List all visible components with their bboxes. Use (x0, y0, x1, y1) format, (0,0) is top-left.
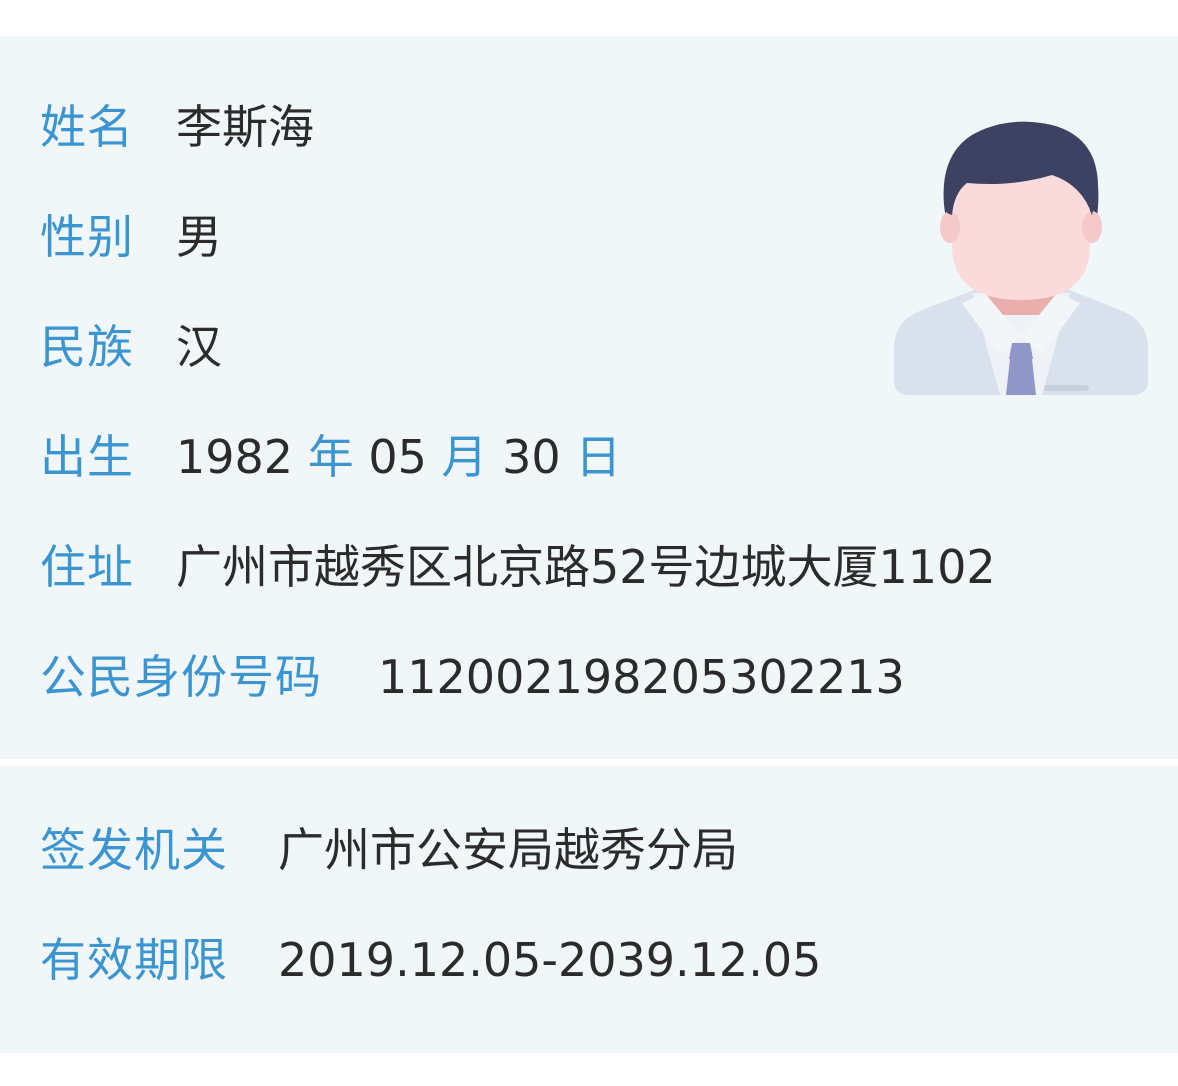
birth-month: 05 (368, 430, 427, 484)
birth-month-unit: 月 (441, 430, 488, 484)
id-number-label: 公民身份号码 (40, 650, 322, 704)
male-avatar-icon (892, 115, 1150, 395)
name-row: 姓名 李斯海 (40, 95, 314, 159)
birth-label: 出生 (40, 430, 134, 484)
name-value: 李斯海 (176, 100, 314, 154)
address-label: 住址 (40, 540, 134, 594)
authority-row: 签发机关 广州市公安局越秀分局 (40, 818, 738, 882)
authority-label: 签发机关 (40, 823, 228, 877)
validity-label: 有效期限 (40, 933, 228, 987)
address-row: 住址 广州市越秀区北京路52号边城大厦1102 (40, 535, 996, 599)
birth-year: 1982 (176, 430, 294, 484)
birth-year-unit: 年 (307, 430, 354, 484)
id-number-row: 公民身份号码 112002198205302213 (40, 645, 905, 709)
ethnicity-value: 汉 (176, 320, 222, 374)
ethnicity-label: 民族 (40, 320, 134, 374)
address-value: 广州市越秀区北京路52号边城大厦1102 (176, 540, 996, 594)
validity-row: 有效期限 2019.12.05-2039.12.05 (40, 928, 821, 992)
birth-day-unit: 日 (575, 430, 622, 484)
birth-row: 出生 1982 年 05 月 30 日 (40, 425, 621, 489)
gender-row: 性别男 (40, 205, 222, 269)
gender-label: 性别 (40, 210, 134, 264)
name-label: 姓名 (40, 100, 134, 154)
authority-value: 广州市公安局越秀分局 (278, 823, 738, 877)
validity-value: 2019.12.05-2039.12.05 (278, 933, 822, 987)
issuance-panel (0, 766, 1178, 1053)
birth-day: 30 (502, 430, 561, 484)
id-number-value: 112002198205302213 (378, 650, 905, 704)
ethnicity-row: 民族汉 (40, 315, 222, 379)
gender-value: 男 (176, 210, 222, 264)
